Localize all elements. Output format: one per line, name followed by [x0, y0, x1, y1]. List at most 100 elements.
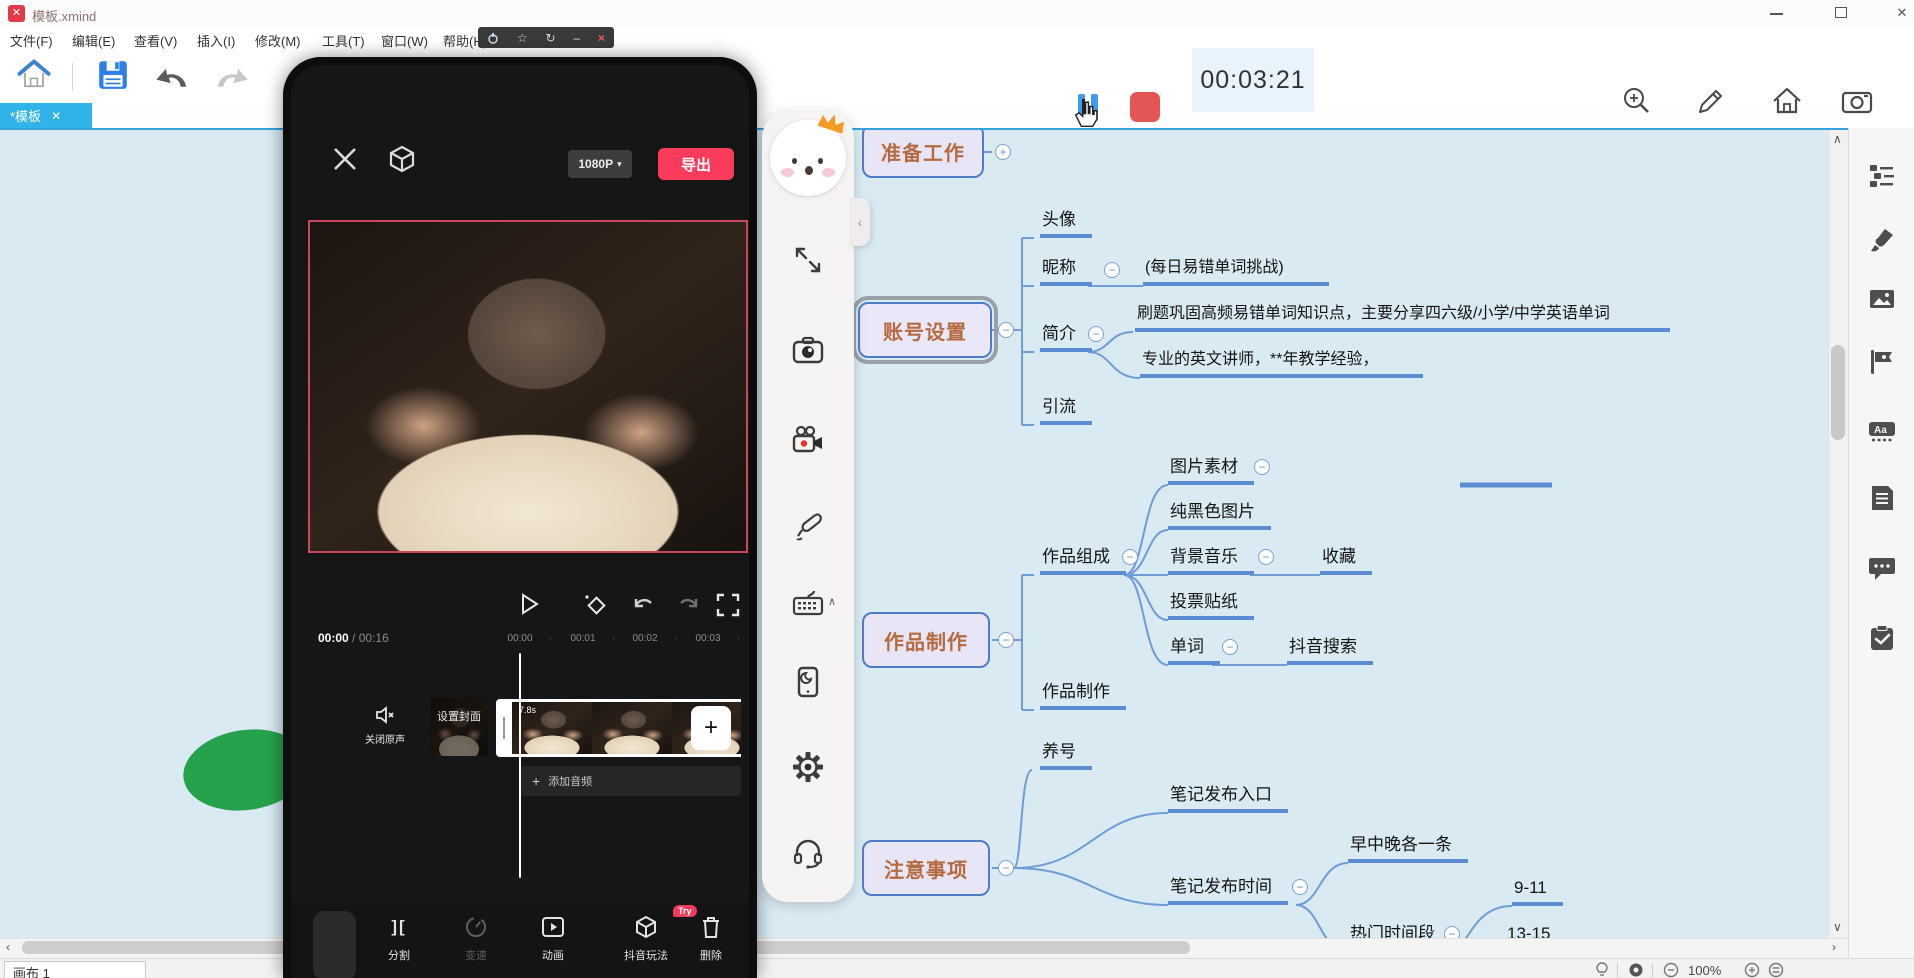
scroll-down-icon[interactable]: ∨ — [1833, 920, 1842, 934]
topic-prep[interactable]: 准备工作 — [862, 128, 984, 178]
keyframe-icon[interactable] — [583, 592, 609, 618]
comments-panel-icon[interactable] — [1869, 555, 1895, 581]
zoom-in-icon[interactable] — [1744, 962, 1760, 978]
save-button[interactable] — [96, 58, 130, 92]
playhead[interactable] — [519, 653, 521, 878]
menu-window[interactable]: 窗口(W) — [381, 31, 428, 50]
annotate-pencil-icon[interactable] — [1694, 84, 1728, 118]
task-panel-icon[interactable] — [1869, 625, 1895, 651]
topic-compose[interactable]: 作品组成 — [1040, 547, 1126, 575]
label-aa-icon[interactable]: Aa — [1869, 418, 1895, 444]
support-headset-icon[interactable] — [792, 838, 824, 870]
mute-original-sound-button[interactable]: 关闭原声 — [357, 706, 413, 746]
topic-douyin-search[interactable]: 抖音搜索 — [1287, 637, 1373, 665]
menu-tools[interactable]: 工具(T) — [322, 31, 365, 50]
video-preview[interactable] — [308, 220, 748, 553]
topic-word[interactable]: 单词 — [1168, 637, 1220, 665]
collapse-toggle[interactable]: − — [1122, 549, 1138, 565]
tool-douyin-effects[interactable]: 抖音玩法 — [614, 913, 678, 963]
notes-panel-icon[interactable] — [1869, 485, 1895, 511]
redo-button[interactable] — [212, 59, 250, 93]
record-video-icon[interactable] — [792, 424, 824, 456]
image-panel-icon[interactable] — [1869, 286, 1895, 312]
resolution-dropdown[interactable]: 1080P ▾ — [568, 150, 632, 178]
close-icon[interactable]: × — [598, 32, 605, 44]
scroll-up-icon[interactable]: ∧ — [1833, 132, 1842, 146]
scroll-right-icon[interactable]: › — [1832, 940, 1836, 954]
menu-edit[interactable]: 编辑(E) — [72, 31, 115, 50]
topic-intro[interactable]: 简介 — [1040, 324, 1092, 352]
tool-speed[interactable]: 变速 — [444, 913, 508, 963]
center-map-icon[interactable] — [1628, 962, 1644, 978]
marker-flag-icon[interactable] — [1869, 349, 1895, 375]
phone-sleep-icon[interactable] — [792, 666, 824, 698]
star-icon[interactable]: ☆ — [517, 32, 528, 44]
scroll-left-icon[interactable]: ‹ — [6, 940, 10, 954]
add-audio-button[interactable]: + 添加音频 — [520, 766, 741, 796]
collapse-toggle[interactable]: − — [998, 860, 1014, 876]
undo-button[interactable] — [154, 59, 192, 93]
menu-view[interactable]: 查看(V) — [134, 31, 177, 50]
set-cover-button[interactable]: 设置封面 — [430, 698, 488, 756]
add-clip-button[interactable]: + — [691, 706, 731, 750]
topic-produce-child[interactable]: 作品制作 — [1040, 682, 1126, 710]
expand-fullscreen-icon[interactable] — [792, 244, 824, 276]
topic-black-img[interactable]: 纯黑色图片 — [1168, 502, 1271, 530]
window-minimize-button[interactable] — [1770, 13, 1783, 15]
topic-intro-line2[interactable]: 专业的英文讲师，**年教学经验， — [1140, 350, 1423, 378]
mindmap-canvas[interactable]: 准备工作 账号设置 作品制作 注意事项 + − − − − − − − − − … — [0, 128, 1848, 938]
close-editor-icon[interactable] — [331, 145, 359, 173]
collapse-toggle[interactable]: − — [1088, 326, 1104, 342]
collapse-toggle[interactable]: − — [998, 632, 1014, 648]
collapse-toggle[interactable]: − — [998, 322, 1014, 338]
menu-insert[interactable]: 插入(I) — [197, 31, 235, 50]
window-close-button[interactable]: ✕ — [1893, 4, 1911, 22]
settings-gear-icon[interactable] — [792, 751, 824, 783]
power-icon[interactable] — [487, 32, 499, 44]
clip-trim-handle[interactable] — [496, 699, 512, 757]
keyboard-caret-icon[interactable]: ∧ — [828, 595, 836, 608]
collapse-toggle[interactable]: − — [1104, 262, 1120, 278]
tool-split[interactable]: ][ 分割 — [367, 913, 431, 963]
theme-lamp-icon[interactable] — [1594, 962, 1610, 978]
outline-panel-icon[interactable] — [1869, 163, 1895, 189]
topic-post-time[interactable]: 笔记发布时间 — [1168, 877, 1288, 905]
topic-period1[interactable]: 9-11 — [1512, 878, 1563, 906]
tab-close-icon[interactable]: ✕ — [51, 109, 61, 123]
collapse-toggle[interactable]: − — [1258, 549, 1274, 565]
topic-raise-account[interactable]: 养号 — [1040, 742, 1092, 770]
topic-intro-line1[interactable]: 刷题巩固高频易错单词知识点，主要分享四六级/小学/中学英语单词 — [1135, 304, 1670, 332]
tool-animation[interactable]: 动画 — [521, 913, 585, 963]
menu-modify[interactable]: 修改(M) — [255, 31, 301, 50]
brush-annotate-icon[interactable] — [792, 511, 824, 543]
screenshot-camera-icon[interactable] — [1840, 84, 1874, 118]
topic-period2[interactable]: 13-15 — [1505, 924, 1566, 938]
mascot-avatar[interactable] — [770, 120, 846, 196]
topic-vote-sticker[interactable]: 投票贴纸 — [1168, 592, 1254, 620]
camera-capture-icon[interactable] — [792, 334, 824, 366]
collapse-toggle[interactable]: − — [1444, 926, 1460, 938]
format-brush-icon[interactable] — [1869, 227, 1895, 253]
topic-account[interactable]: 账号设置 — [858, 302, 992, 358]
redo-edit-icon[interactable] — [675, 593, 701, 617]
menu-file[interactable]: 文件(F) — [10, 31, 53, 50]
assistant-collapse-tab[interactable]: ‹ — [850, 198, 870, 246]
zoom-out-icon[interactable] — [1663, 962, 1679, 978]
refresh-icon[interactable]: ↻ — [545, 32, 555, 44]
expand-toggle[interactable]: + — [995, 144, 1011, 160]
minimize-icon[interactable]: – — [573, 32, 580, 44]
topic-notice[interactable]: 注意事项 — [862, 840, 990, 896]
topic-post-entry[interactable]: 笔记发布入口 — [1168, 785, 1288, 813]
topic-favorite[interactable]: 收藏 — [1320, 547, 1372, 575]
back-button[interactable] — [313, 911, 356, 978]
topic-produce[interactable]: 作品制作 — [862, 612, 990, 668]
export-button[interactable]: 导出 — [658, 148, 734, 180]
tool-delete[interactable]: 删除 — [679, 913, 743, 963]
vertical-scrollbar[interactable] — [1828, 130, 1848, 938]
vip-cube-icon[interactable] — [386, 143, 418, 175]
topic-daily-three[interactable]: 早中晚各一条 — [1348, 835, 1468, 863]
fullscreen-icon[interactable] — [715, 592, 741, 618]
collapse-toggle[interactable]: − — [1292, 879, 1308, 895]
topic-nickname[interactable]: 昵称 — [1040, 258, 1092, 286]
stop-recording-button[interactable] — [1130, 92, 1160, 122]
